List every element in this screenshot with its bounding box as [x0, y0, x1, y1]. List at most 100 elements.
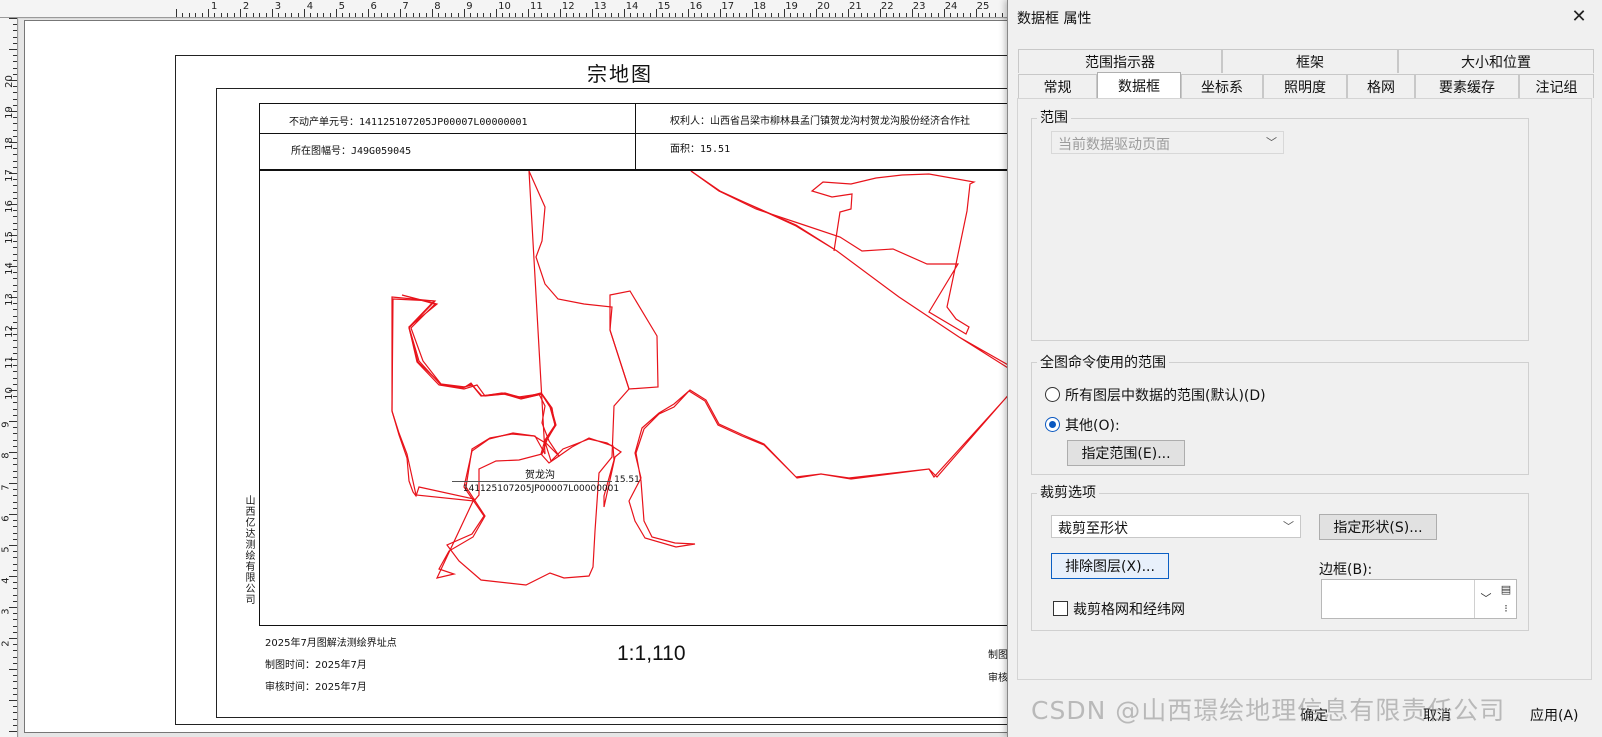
chevron-down-icon: ﹀	[1266, 136, 1277, 149]
right-footer-draw: 制图	[988, 650, 1008, 661]
ruler-tick	[368, 9, 369, 17]
right-footer-check: 审核	[988, 673, 1008, 684]
ruler-tick	[470, 13, 472, 17]
ruler-tick	[13, 61, 17, 63]
radio-other[interactable]	[1045, 417, 1060, 432]
ruler-number: 17	[3, 168, 15, 182]
ruler-tick	[835, 13, 837, 17]
ruler-tick	[13, 551, 17, 553]
ruler-tick	[13, 191, 17, 193]
ruler-tick	[13, 309, 17, 311]
ruler-tick	[918, 13, 920, 17]
ruler-tick	[13, 594, 17, 596]
survey-note: 2025年7月图解法测绘界址点	[265, 638, 397, 649]
extent-select[interactable]: 当前数据驱动页面 ﹀	[1051, 131, 1284, 154]
ruler-tick	[13, 160, 17, 162]
ruler-tick	[13, 613, 17, 615]
tab-size-position[interactable]: 大小和位置	[1398, 49, 1594, 73]
specify-shape-button[interactable]: 指定形状(S)...	[1319, 514, 1437, 540]
ruler-tick	[13, 489, 17, 491]
ruler-tick	[9, 669, 17, 670]
close-icon[interactable]: ✕	[1566, 4, 1592, 30]
ruler-tick	[988, 13, 990, 17]
parcel-code-label: 141125107205JP00007L00000001	[462, 484, 620, 494]
ruler-tick	[681, 13, 683, 17]
ruler-tick	[13, 278, 17, 280]
company-name-vertical: 山西亿达测绘有限公司	[243, 495, 254, 605]
tab-general[interactable]: 常规	[1018, 74, 1097, 98]
tab-data-frame[interactable]: 数据框	[1097, 72, 1181, 98]
ruler-number: 22	[880, 1, 894, 12]
clip-grids-label[interactable]: 裁剪格网和经纬网	[1073, 599, 1185, 619]
ruler-tick	[13, 340, 17, 342]
ruler-number: 8	[0, 452, 12, 460]
radio-all-layers-label[interactable]: 所有图层中数据的范围(默认)(D)	[1065, 385, 1266, 405]
sheet-number-cell: 所在图幅号：J49G059045	[291, 146, 412, 157]
chevron-down-icon[interactable]: ﹀	[1476, 589, 1496, 609]
apply-button[interactable]: 应用(A)	[1530, 705, 1579, 725]
radio-other-label[interactable]: 其他(O):	[1065, 415, 1120, 435]
symbol-selector-icon[interactable]: ▤	[1496, 580, 1516, 600]
ruler-tick	[13, 42, 17, 44]
tab-illumination[interactable]: 照明度	[1263, 74, 1347, 98]
ruler-tick	[316, 13, 318, 17]
symbol-properties-icon[interactable]: ⁝	[1496, 599, 1516, 619]
ruler-number: 12	[561, 1, 575, 12]
ruler-tick	[387, 13, 389, 17]
tab-row-back: 范围指示器 框架 大小和位置	[1018, 49, 1594, 73]
clip-mode-select[interactable]: 裁剪至形状 ﹀	[1051, 515, 1301, 538]
ruler-tick	[13, 98, 17, 100]
unit-number-cell: 不动产单元号：141125107205JP00007L00000001	[289, 117, 528, 128]
ruler-tick	[841, 13, 843, 17]
tab-grids[interactable]: 格网	[1347, 74, 1415, 98]
ruler-tick	[13, 532, 17, 534]
ruler-number: 11	[530, 1, 543, 12]
ruler-number: 9	[0, 421, 12, 428]
picker-divider	[1474, 580, 1475, 618]
ruler-tick	[1001, 13, 1003, 17]
tab-extent-indicators[interactable]: 范围指示器	[1018, 49, 1222, 73]
ruler-tick	[726, 13, 728, 17]
ruler-tick	[342, 13, 344, 17]
ruler-tick	[457, 13, 459, 17]
ruler-tick	[611, 13, 613, 17]
ruler-tick	[227, 13, 229, 17]
ruler-number: 18	[3, 137, 15, 151]
tab-coordinate-system[interactable]: 坐标系	[1181, 74, 1263, 98]
specify-extent-button[interactable]: 指定范围(E)...	[1067, 440, 1185, 466]
ruler-tick	[361, 13, 363, 17]
border-symbol-picker[interactable]: ﹀ ▤ ⁝	[1321, 579, 1517, 619]
clip-options-group-label: 裁剪选项	[1037, 482, 1099, 502]
ruler-number: 20	[817, 1, 830, 12]
exclude-layers-button[interactable]: 排除图层(X)...	[1051, 553, 1169, 579]
ruler-number: 3	[274, 1, 282, 12]
tab-frame[interactable]: 框架	[1222, 49, 1398, 73]
clip-grids-checkbox[interactable]	[1053, 601, 1068, 616]
ruler-tick	[195, 13, 197, 17]
ruler-number: 14	[3, 262, 15, 276]
ruler-tick	[796, 13, 798, 17]
ruler-number: 19	[785, 1, 798, 12]
ruler-number: 6	[370, 1, 377, 12]
ruler-tick	[560, 9, 561, 17]
ruler-number: 7	[0, 483, 12, 491]
ruler-number: 14	[625, 1, 639, 12]
radio-all-layers[interactable]	[1045, 387, 1060, 402]
ruler-tick	[13, 408, 17, 410]
ruler-number: 16	[689, 1, 703, 12]
ruler-tick	[13, 371, 17, 373]
ruler-number: 7	[402, 1, 409, 12]
ruler-number: 4	[306, 1, 314, 12]
ruler-tick	[790, 13, 792, 17]
tab-feature-cache[interactable]: 要素缓存	[1415, 74, 1519, 98]
ruler-tick	[668, 13, 670, 17]
ruler-tick	[764, 13, 766, 17]
ruler-tick	[444, 13, 446, 17]
area-cell: 面积：15.51	[670, 144, 731, 155]
ruler-tick	[13, 67, 17, 69]
ruler-tick	[310, 13, 312, 17]
ruler-tick	[291, 13, 293, 17]
full-extent-group-label: 全图命令使用的范围	[1037, 352, 1169, 372]
tab-annotation-groups[interactable]: 注记组	[1519, 74, 1594, 98]
ruler-tick	[259, 13, 261, 17]
